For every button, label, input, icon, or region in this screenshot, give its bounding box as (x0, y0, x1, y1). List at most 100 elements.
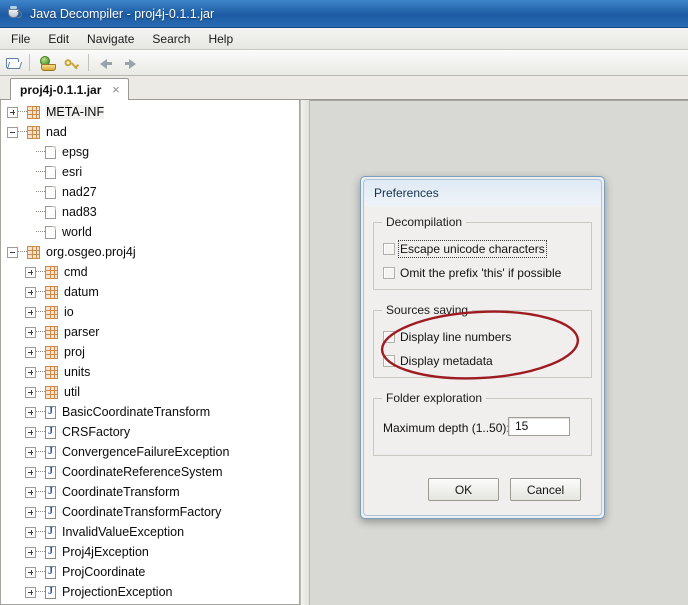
tree-connector (36, 571, 45, 573)
package-icon (45, 285, 58, 299)
omit-this-prefix-row[interactable]: Omit the prefix 'this' if possible (383, 265, 561, 281)
tree-node[interactable]: datum (1, 282, 299, 302)
java-class-icon (45, 405, 56, 419)
expand-icon[interactable] (25, 426, 36, 438)
tree-node[interactable]: CRSFactory (1, 422, 299, 442)
tree-node[interactable]: cmd (1, 262, 299, 282)
escape-unicode-checkbox[interactable] (383, 243, 395, 255)
expand-icon[interactable] (25, 486, 36, 498)
expand-icon[interactable] (25, 446, 36, 458)
java-class-icon (45, 585, 56, 599)
tree-connector (36, 291, 45, 293)
tree-node[interactable]: ProjCoordinate (1, 562, 299, 582)
open-file-icon (6, 57, 21, 69)
package-icon (45, 325, 58, 339)
navigate-back-button[interactable] (96, 52, 118, 74)
tree-node[interactable]: nad27 (1, 182, 299, 202)
display-line-numbers-row[interactable]: Display line numbers (383, 329, 511, 345)
java-class-icon (45, 545, 56, 559)
expand-icon[interactable] (25, 266, 36, 278)
java-class-icon (45, 445, 56, 459)
tree-node[interactable]: CoordinateTransform (1, 482, 299, 502)
tree-node[interactable]: CoordinateTransformFactory (1, 502, 299, 522)
package-tree-panel[interactable]: META-INF nad epsg esri nad27 nad83 world org.os… (0, 100, 300, 605)
tree-node[interactable]: epsg (1, 142, 299, 162)
expand-icon[interactable] (25, 326, 36, 338)
cancel-button[interactable]: Cancel (510, 478, 581, 501)
expand-icon[interactable] (7, 106, 18, 118)
java-class-icon (45, 465, 56, 479)
tree-connector (36, 391, 45, 393)
tree-node-label: CoordinateTransform (62, 485, 180, 499)
tree-node[interactable]: InvalidValueException (1, 522, 299, 542)
expand-icon[interactable] (25, 586, 36, 598)
menu-edit[interactable]: Edit (39, 30, 78, 48)
expand-icon[interactable] (25, 566, 36, 578)
tree-node-label: CoordinateTransformFactory (62, 505, 222, 519)
pane-splitter[interactable] (300, 100, 310, 605)
tree-node[interactable]: esri (1, 162, 299, 182)
collapse-icon[interactable] (7, 126, 18, 138)
display-metadata-row[interactable]: Display metadata (383, 353, 493, 369)
display-line-numbers-label: Display line numbers (400, 330, 512, 344)
ok-button[interactable]: OK (428, 478, 499, 501)
display-metadata-checkbox[interactable] (383, 355, 395, 367)
menu-file[interactable]: File (2, 30, 39, 48)
tree-node[interactable]: CoordinateReferenceSystem (1, 462, 299, 482)
expand-icon[interactable] (25, 366, 36, 378)
decompilation-group: Decompilation Escape unicode characters … (373, 215, 592, 290)
display-metadata-label: Display metadata (400, 354, 493, 368)
expand-icon[interactable] (25, 546, 36, 558)
tree-connector (18, 131, 27, 133)
navigate-forward-button[interactable] (121, 52, 143, 74)
save-jar-button[interactable] (37, 52, 59, 74)
close-icon[interactable]: × (109, 83, 122, 96)
package-icon (27, 245, 40, 259)
escape-unicode-row[interactable]: Escape unicode characters (383, 240, 547, 258)
tab-proj4j-jar[interactable]: proj4j-0.1.1.jar × (10, 78, 130, 100)
search-button[interactable] (62, 52, 84, 74)
tree-node[interactable]: org.osgeo.proj4j (1, 242, 299, 262)
maximum-depth-input[interactable]: 15 (508, 417, 570, 436)
tree-node-label: ProjCoordinate (62, 565, 146, 579)
menu-search[interactable]: Search (143, 30, 199, 48)
tree-node[interactable]: ProjectionException (1, 582, 299, 602)
tree-node[interactable]: units (1, 362, 299, 382)
tab-label: proj4j-0.1.1.jar (20, 82, 102, 97)
tree-node[interactable]: nad83 (1, 202, 299, 222)
omit-this-prefix-checkbox[interactable] (383, 267, 395, 279)
tree-node[interactable]: proj (1, 342, 299, 362)
expand-icon[interactable] (25, 346, 36, 358)
tree-node[interactable]: world (1, 222, 299, 242)
expand-icon[interactable] (25, 406, 36, 418)
tree-connector (36, 411, 45, 413)
open-file-button[interactable] (3, 52, 25, 74)
menu-navigate[interactable]: Navigate (78, 30, 143, 48)
expand-icon[interactable] (25, 386, 36, 398)
display-line-numbers-checkbox[interactable] (383, 331, 395, 343)
package-icon (45, 365, 58, 379)
tree-node[interactable]: META-INF (1, 102, 299, 122)
tree-node[interactable]: BasicCoordinateTransform (1, 402, 299, 422)
tree-node-label: util (64, 385, 80, 399)
expand-icon[interactable] (25, 526, 36, 538)
expand-icon[interactable] (25, 506, 36, 518)
tree-connector (36, 331, 45, 333)
collapse-icon[interactable] (7, 246, 18, 258)
tree-node-label: io (64, 305, 74, 319)
tree-node[interactable]: io (1, 302, 299, 322)
tree-node[interactable]: ConvergenceFailureException (1, 442, 299, 462)
tree-node[interactable]: Proj4jException (1, 542, 299, 562)
tree-connector (36, 371, 45, 373)
expand-icon[interactable] (25, 286, 36, 298)
expand-icon[interactable] (25, 306, 36, 318)
tree-node-spacer (25, 227, 36, 238)
tree-node[interactable]: parser (1, 322, 299, 342)
toolbar-separator-1 (29, 54, 30, 71)
tree-node[interactable]: nad (1, 122, 299, 142)
menu-help[interactable]: Help (199, 30, 242, 48)
tree-node[interactable]: util (1, 382, 299, 402)
tree-connector (36, 211, 45, 213)
tab-strip: proj4j-0.1.1.jar × (0, 76, 688, 100)
expand-icon[interactable] (25, 466, 36, 478)
